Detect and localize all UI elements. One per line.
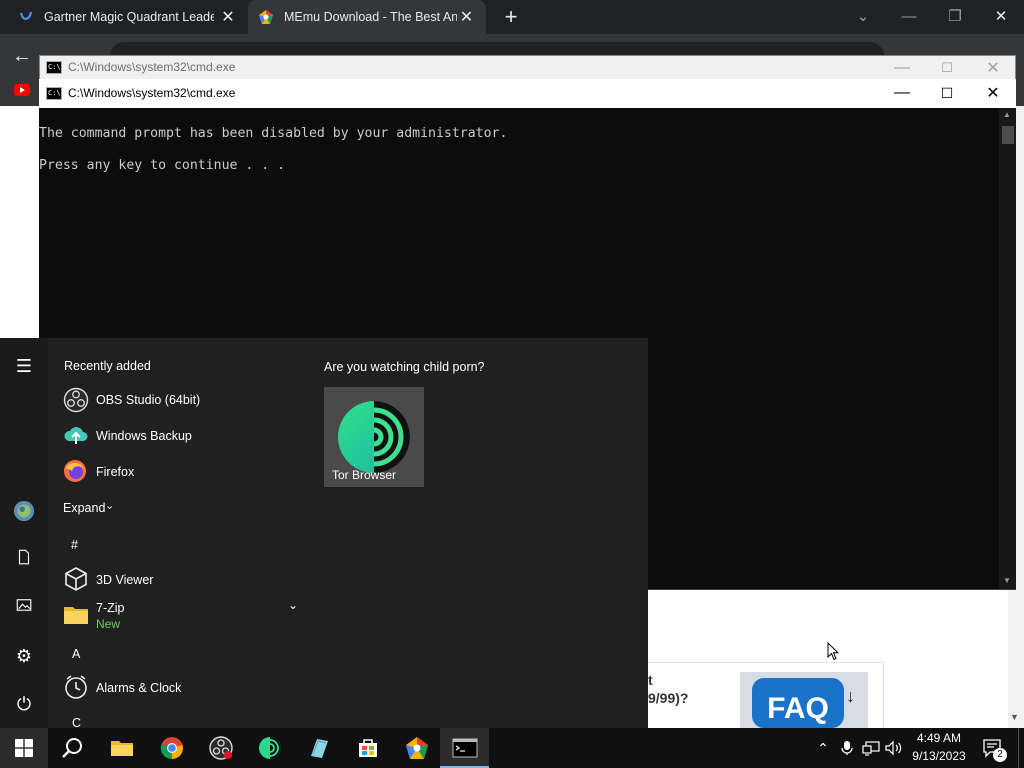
close-icon[interactable]: ✕ — [978, 0, 1024, 32]
close-icon[interactable]: ✕ — [970, 79, 1016, 107]
start-app-label: Firefox — [96, 465, 135, 479]
show-desktop-button[interactable] — [1018, 728, 1024, 768]
scroll-up-icon[interactable]: ▲ — [1003, 110, 1011, 119]
user-avatar-icon[interactable] — [12, 500, 36, 524]
tile-label: Tor Browser — [332, 468, 397, 482]
obs-icon[interactable] — [209, 736, 233, 760]
power-icon[interactable]: ⏻ — [12, 692, 36, 716]
cmd-icon: C:\ — [46, 86, 62, 100]
console-line: Press any key to continue . . . — [39, 158, 286, 173]
new-badge: New — [96, 617, 121, 631]
browser-tab-active[interactable]: MEmu Download - The Best And ✕ — [248, 0, 486, 34]
pictures-icon[interactable] — [12, 596, 36, 620]
new-tab-button[interactable]: + — [498, 4, 524, 30]
download-arrow-icon: ↓ — [846, 686, 855, 706]
cmd-scrollbar[interactable] — [999, 108, 1016, 589]
expand-label: Expand — [63, 501, 106, 515]
network-icon[interactable] — [862, 740, 880, 756]
browser-tab[interactable]: Gartner Magic Quadrant Leader ✕ — [8, 0, 248, 34]
maximize-icon[interactable]: ☐ — [924, 55, 970, 81]
tile-group-title[interactable]: Are you watching child porn? — [324, 360, 485, 374]
recently-added-header: Recently added — [64, 359, 151, 373]
file-explorer-icon[interactable] — [110, 736, 134, 760]
obs-icon — [63, 387, 89, 413]
tor-browser-icon — [338, 401, 410, 473]
minimize-icon[interactable]: — — [886, 0, 932, 32]
faq-question-text: t — [648, 672, 653, 688]
restore-icon[interactable]: ❐ — [932, 0, 978, 32]
start-app-label: Windows Backup — [96, 429, 192, 443]
start-menu-rail — [0, 338, 48, 728]
windows-logo-icon — [15, 739, 33, 757]
mouse-cursor-icon — [827, 642, 840, 661]
faq-question-text: 9/99)? — [648, 690, 689, 706]
clock-date[interactable]: 9/13/2023 — [905, 749, 973, 763]
firefox-icon — [64, 460, 86, 482]
chrome-icon[interactable] — [160, 736, 184, 760]
start-app-label: OBS Studio (64bit) — [96, 393, 201, 407]
close-icon[interactable]: ✕ — [970, 55, 1016, 81]
cloud-backup-icon — [64, 427, 88, 444]
cmd-scroll-thumb[interactable] — [1002, 126, 1014, 144]
documents-icon[interactable] — [12, 548, 36, 572]
tab-title: MEmu Download - The Best And — [284, 10, 457, 24]
maximize-icon[interactable]: ☐ — [924, 79, 970, 107]
cmd-title-text: C:\Windows\system32\cmd.exe — [68, 60, 236, 74]
back-arrow-icon[interactable]: ← — [10, 44, 34, 68]
settings-gear-icon[interactable]: ⚙ — [12, 644, 36, 668]
notes-app-icon[interactable] — [307, 736, 331, 760]
start-list-item[interactable] — [58, 566, 298, 594]
3d-viewer-icon — [65, 567, 87, 591]
minimize-icon[interactable]: — — [879, 79, 925, 107]
cmd-title-text: C:\Windows\system32\cmd.exe — [68, 86, 236, 100]
chevron-down-icon[interactable]: ⌄ — [288, 598, 298, 612]
start-app-label: 3D Viewer — [96, 573, 154, 587]
volume-icon[interactable] — [885, 740, 903, 756]
console-line: The command prompt has been disabled by … — [39, 126, 508, 141]
faq-badge: FAQ — [752, 678, 844, 728]
scroll-down-icon[interactable]: ▼ — [1003, 576, 1011, 585]
group-letter[interactable]: C — [72, 716, 81, 728]
microsoft-store-icon[interactable] — [356, 736, 380, 760]
cmd-window-title: C:\ C:\Windows\system32\cmd.exe — [46, 60, 235, 74]
cmd-icon: C:\ — [46, 60, 62, 74]
microphone-icon[interactable] — [840, 740, 854, 756]
group-letter[interactable]: A — [72, 647, 80, 661]
start-app-label: 7-Zip — [96, 601, 125, 615]
memu-icon[interactable] — [405, 736, 429, 760]
clock-icon — [65, 675, 87, 699]
clock-time[interactable]: 4:49 AM — [905, 731, 973, 745]
group-letter[interactable]: # — [71, 538, 78, 552]
cmd-icon — [452, 738, 478, 758]
folder-icon — [64, 607, 88, 624]
hamburger-menu-icon[interactable]: ☰ — [12, 354, 36, 378]
show-hidden-icons-chevron-icon[interactable]: ⌃ — [814, 740, 832, 757]
tab-close-icon[interactable]: ✕ — [218, 7, 238, 27]
youtube-bookmark-icon[interactable] — [14, 84, 30, 96]
gartner-favicon-icon — [19, 11, 33, 20]
search-icon[interactable] — [60, 736, 84, 760]
start-list-item[interactable] — [58, 458, 298, 486]
notification-count-badge: 2 — [993, 748, 1007, 762]
tor-browser-icon[interactable] — [258, 736, 282, 760]
tab-title: Gartner Magic Quadrant Leader — [44, 10, 214, 24]
scroll-down-icon[interactable]: ▼ — [1010, 712, 1019, 722]
chevron-down-icon: ⌄ — [105, 500, 115, 512]
cmd-window-title: C:\ C:\Windows\system32\cmd.exe — [46, 86, 235, 100]
start-app-label: Alarms & Clock — [96, 681, 182, 695]
tab-close-icon[interactable]: ✕ — [457, 7, 476, 27]
tab-search-chevron-icon[interactable]: ⌄ — [840, 0, 886, 32]
start-list-item[interactable] — [58, 598, 298, 632]
minimize-icon[interactable]: — — [879, 55, 925, 81]
memu-favicon-icon — [259, 10, 273, 24]
